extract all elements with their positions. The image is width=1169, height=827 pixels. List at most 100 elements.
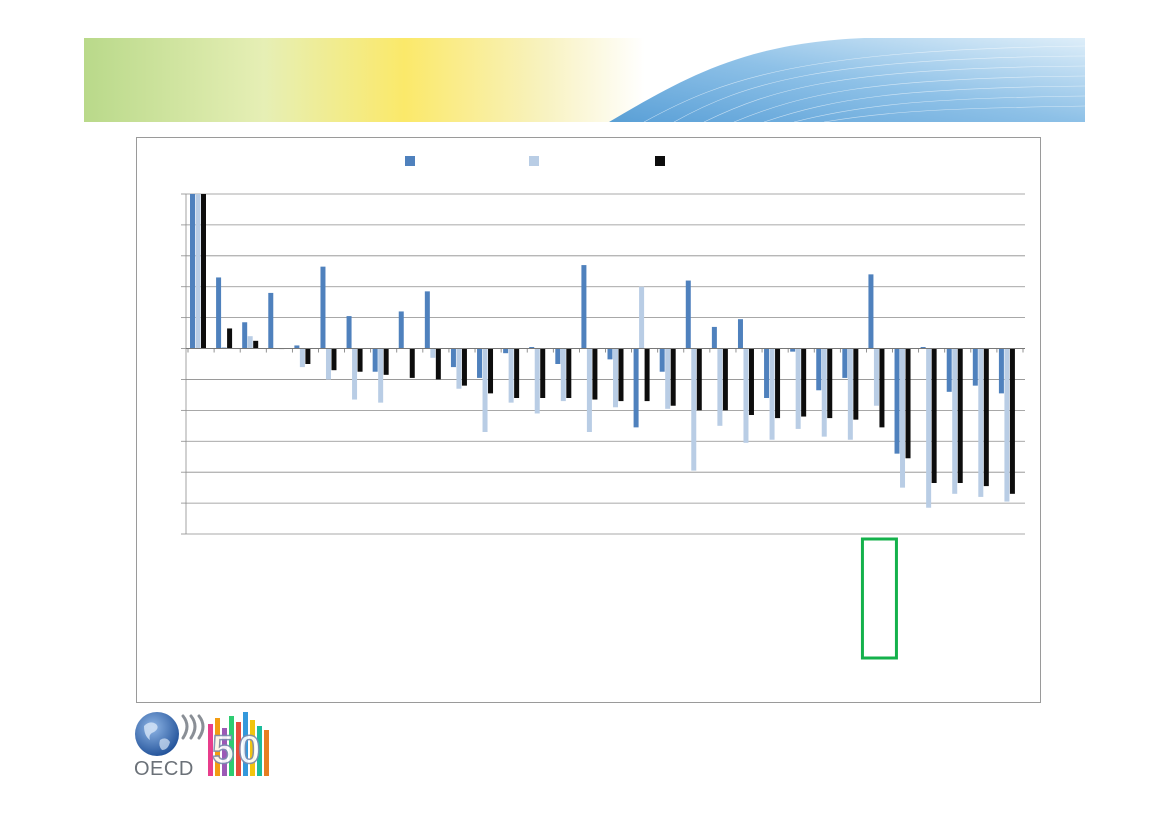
bar-series-1 (842, 348, 848, 378)
bar-series-3 (435, 348, 441, 380)
bar-series-1 (972, 348, 978, 386)
bar-series-3 (357, 348, 363, 372)
bar-series-1 (477, 348, 483, 378)
bar-series-3 (1009, 348, 1015, 494)
bar-series-2 (456, 348, 462, 389)
bar-series-1 (555, 348, 561, 364)
bar-series-3 (331, 348, 337, 371)
legend (405, 156, 665, 166)
legend-marker-series-2 (529, 156, 539, 166)
bar-series-1 (868, 274, 874, 349)
bar-series-3 (644, 348, 650, 402)
highlight-box (860, 537, 898, 660)
bar-series-2 (639, 286, 645, 349)
bar-series-2 (743, 348, 749, 443)
bar-series-1 (320, 266, 326, 349)
bar-series-3 (696, 348, 702, 411)
bar-series-3 (305, 348, 311, 364)
bar-series-1 (659, 348, 665, 372)
bar-series-2 (952, 348, 958, 494)
bar-series-1 (894, 348, 900, 454)
bar-series-1 (268, 292, 274, 349)
bar-series-1 (424, 291, 430, 349)
bar-series-2 (769, 348, 775, 440)
bar-series-2 (430, 348, 436, 358)
bar-series-3 (540, 348, 546, 398)
bar-series-2 (247, 336, 253, 349)
bar-series-3 (201, 194, 206, 349)
bar-series-2 (508, 348, 514, 403)
bar-series-1 (581, 265, 587, 349)
bar-series-2 (613, 348, 618, 408)
legend-marker-series-1 (405, 156, 415, 166)
bar-series-1 (816, 348, 822, 391)
bar-series-2 (325, 348, 331, 380)
bar-series-2 (352, 348, 358, 400)
bar-series-1 (737, 319, 743, 349)
bar-series-1 (503, 348, 509, 354)
bar-series-2 (978, 348, 984, 497)
bar-series-2 (195, 194, 201, 349)
bar-series-3 (514, 348, 520, 398)
bar-layer (190, 194, 1015, 508)
bar-series-3 (775, 348, 781, 419)
bar-series-2 (1004, 348, 1010, 502)
anniversary-number: 50 (211, 727, 265, 773)
highlight-layer (860, 537, 898, 660)
legend-marker-series-3 (655, 156, 665, 166)
bar-series-2 (717, 348, 723, 426)
bar-series-3 (383, 348, 389, 375)
globe-icon (135, 712, 179, 756)
bar-series-2 (378, 348, 384, 403)
bar-series-3 (905, 348, 911, 459)
bar-series-3 (957, 348, 963, 483)
bar-series-3 (592, 348, 598, 400)
bar-series-1 (998, 348, 1004, 394)
bar-series-3 (566, 348, 572, 398)
oecd-logo-text: OECD (134, 758, 194, 780)
bar-series-1 (685, 280, 691, 349)
bar-series-2 (873, 348, 879, 406)
bar-series-3 (461, 348, 467, 386)
bar-series-1 (216, 277, 222, 349)
bar-series-1 (607, 348, 613, 360)
oecd-logo: 50 OECD (132, 710, 277, 780)
chart-frame (136, 137, 1041, 703)
bar-series-2 (665, 348, 671, 409)
bar-series-2 (821, 348, 827, 437)
bar-series-3 (409, 348, 415, 378)
bar-series-3 (879, 348, 885, 428)
bar-series-1 (633, 348, 639, 428)
bar-series-2 (691, 348, 697, 471)
bar-series-2 (900, 348, 906, 488)
bar-series-2 (560, 348, 566, 402)
bar-series-3 (983, 348, 989, 487)
bar-chart (181, 156, 1025, 660)
bar-series-1 (946, 348, 952, 392)
header-banner (84, 38, 1085, 122)
bar-series-2 (299, 348, 305, 368)
bar-series-2 (795, 348, 801, 429)
bar-series-1 (346, 316, 352, 349)
bar-series-3 (227, 328, 233, 349)
arrows-icon (181, 714, 205, 740)
bar-series-1 (711, 326, 717, 349)
bar-series-2 (586, 348, 592, 432)
bar-series-3 (618, 348, 624, 402)
bar-series-1 (398, 311, 404, 349)
bar-series-2 (482, 348, 488, 432)
bar-series-3 (748, 348, 754, 415)
bar-series-1 (450, 348, 456, 368)
bar-series-3 (670, 348, 676, 406)
bar-series-3 (722, 348, 728, 411)
bar-series-3 (931, 348, 937, 483)
bar-series-1 (190, 194, 195, 349)
bar-series-3 (801, 348, 807, 417)
bar-series-3 (853, 348, 859, 420)
bar-series-2 (847, 348, 853, 440)
bar-series-1 (764, 348, 770, 398)
bar-series-2 (926, 348, 932, 508)
bar-series-1 (242, 322, 248, 349)
banner-wave-graphic (84, 38, 1085, 122)
bar-series-3 (827, 348, 833, 419)
